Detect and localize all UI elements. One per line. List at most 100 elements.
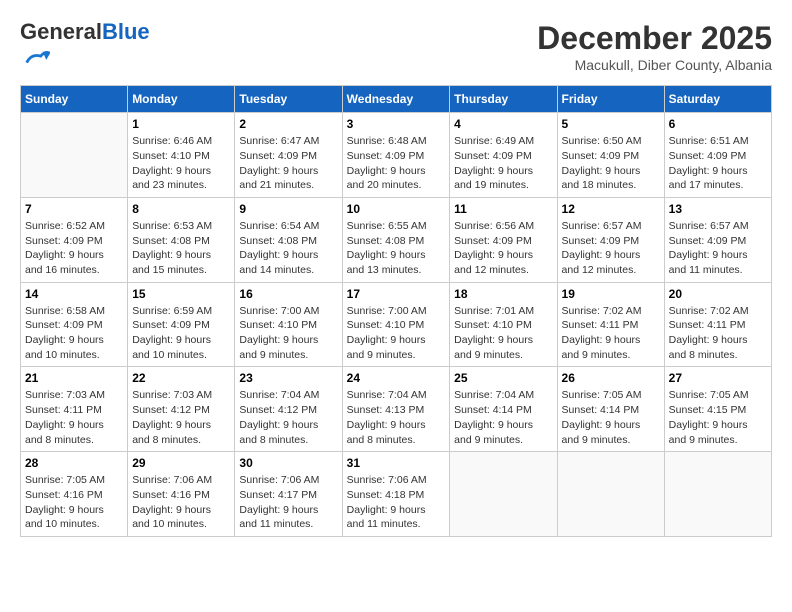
calendar-week-5: 28Sunrise: 7:05 AMSunset: 4:16 PMDayligh… [21, 452, 772, 537]
day-number: 14 [25, 287, 123, 301]
day-number: 27 [669, 371, 767, 385]
logo-blue: Blue [102, 19, 150, 44]
calendar-cell [557, 452, 664, 537]
calendar-cell: 13 Sunrise: 6:57 AMSunset: 4:09 PMDayligh… [664, 197, 771, 282]
day-info: Sunrise: 6:52 AMSunset: 4:09 PMDaylight:… [25, 219, 123, 278]
calendar-cell: 6 Sunrise: 6:51 AMSunset: 4:09 PMDaylight… [664, 113, 771, 198]
calendar-cell: 23 Sunrise: 7:04 AMSunset: 4:12 PMDayligh… [235, 367, 342, 452]
calendar-cell [664, 452, 771, 537]
calendar-week-3: 14 Sunrise: 6:58 AMSunset: 4:09 PMDayligh… [21, 282, 772, 367]
calendar-cell: 25 Sunrise: 7:04 AMSunset: 4:14 PMDayligh… [450, 367, 557, 452]
calendar-cell: 31 Sunrise: 7:06 AMSunset: 4:18 PMDayligh… [342, 452, 450, 537]
day-number: 12 [562, 202, 660, 216]
calendar-cell: 7 Sunrise: 6:52 AMSunset: 4:09 PMDaylight… [21, 197, 128, 282]
calendar-header-wednesday: Wednesday [342, 86, 450, 113]
day-number: 9 [239, 202, 337, 216]
day-info: Sunrise: 6:50 AMSunset: 4:09 PMDaylight:… [562, 134, 660, 193]
calendar-header-thursday: Thursday [450, 86, 557, 113]
day-number: 25 [454, 371, 552, 385]
logo: GeneralBlue [20, 20, 150, 77]
calendar-header-friday: Friday [557, 86, 664, 113]
day-number: 4 [454, 117, 552, 131]
calendar-cell: 19Sunrise: 7:02 AMSunset: 4:11 PMDayligh… [557, 282, 664, 367]
day-info: Sunrise: 7:05 AMSunset: 4:16 PMDaylight:… [25, 473, 123, 532]
day-number: 31 [347, 456, 446, 470]
day-info: Sunrise: 6:56 AMSunset: 4:09 PMDaylight:… [454, 219, 552, 278]
day-number: 18 [454, 287, 552, 301]
day-number: 22 [132, 371, 230, 385]
day-info: Sunrise: 6:53 AMSunset: 4:08 PMDaylight:… [132, 219, 230, 278]
calendar-cell: 29Sunrise: 7:06 AMSunset: 4:16 PMDayligh… [128, 452, 235, 537]
calendar-cell: 3 Sunrise: 6:48 AMSunset: 4:09 PMDaylight… [342, 113, 450, 198]
calendar-cell: 10 Sunrise: 6:55 AMSunset: 4:08 PMDayligh… [342, 197, 450, 282]
day-info: Sunrise: 6:57 AMSunset: 4:09 PMDaylight:… [562, 219, 660, 278]
day-number: 30 [239, 456, 337, 470]
calendar-header-saturday: Saturday [664, 86, 771, 113]
day-number: 23 [239, 371, 337, 385]
calendar-cell: 24Sunrise: 7:04 AMSunset: 4:13 PMDayligh… [342, 367, 450, 452]
calendar-cell: 8 Sunrise: 6:53 AMSunset: 4:08 PMDaylight… [128, 197, 235, 282]
day-number: 1 [132, 117, 230, 131]
day-info: Sunrise: 6:58 AMSunset: 4:09 PMDaylight:… [25, 304, 123, 363]
day-info: Sunrise: 7:03 AMSunset: 4:12 PMDaylight:… [132, 388, 230, 447]
calendar-cell: 9 Sunrise: 6:54 AMSunset: 4:08 PMDaylight… [235, 197, 342, 282]
calendar-header-sunday: Sunday [21, 86, 128, 113]
calendar: SundayMondayTuesdayWednesdayThursdayFrid… [20, 85, 772, 537]
day-number: 3 [347, 117, 446, 131]
day-info: Sunrise: 7:04 AMSunset: 4:12 PMDaylight:… [239, 388, 337, 447]
day-info: Sunrise: 7:00 AMSunset: 4:10 PMDaylight:… [239, 304, 337, 363]
day-info: Sunrise: 7:06 AMSunset: 4:18 PMDaylight:… [347, 473, 446, 532]
day-number: 16 [239, 287, 337, 301]
day-info: Sunrise: 7:04 AMSunset: 4:13 PMDaylight:… [347, 388, 446, 447]
title-block: December 2025 Macukull, Diber County, Al… [537, 20, 772, 73]
day-info: Sunrise: 6:46 AMSunset: 4:10 PMDaylight:… [132, 134, 230, 193]
day-number: 19 [562, 287, 660, 301]
calendar-cell: 26Sunrise: 7:05 AMSunset: 4:14 PMDayligh… [557, 367, 664, 452]
calendar-cell: 28Sunrise: 7:05 AMSunset: 4:16 PMDayligh… [21, 452, 128, 537]
day-number: 29 [132, 456, 230, 470]
day-info: Sunrise: 7:02 AMSunset: 4:11 PMDaylight:… [669, 304, 767, 363]
day-info: Sunrise: 7:05 AMSunset: 4:15 PMDaylight:… [669, 388, 767, 447]
day-number: 20 [669, 287, 767, 301]
day-number: 8 [132, 202, 230, 216]
calendar-cell: 14 Sunrise: 6:58 AMSunset: 4:09 PMDayligh… [21, 282, 128, 367]
calendar-cell: 20 Sunrise: 7:02 AMSunset: 4:11 PMDayligh… [664, 282, 771, 367]
day-number: 21 [25, 371, 123, 385]
day-number: 26 [562, 371, 660, 385]
day-info: Sunrise: 6:57 AMSunset: 4:09 PMDaylight:… [669, 219, 767, 278]
day-number: 11 [454, 202, 552, 216]
calendar-header-tuesday: Tuesday [235, 86, 342, 113]
day-number: 13 [669, 202, 767, 216]
day-number: 5 [562, 117, 660, 131]
location-title: Macukull, Diber County, Albania [537, 57, 772, 73]
day-number: 15 [132, 287, 230, 301]
logo-icon [22, 44, 50, 72]
logo-general: General [20, 19, 102, 44]
calendar-cell: 27 Sunrise: 7:05 AMSunset: 4:15 PMDayligh… [664, 367, 771, 452]
calendar-cell [450, 452, 557, 537]
day-number: 10 [347, 202, 446, 216]
day-info: Sunrise: 6:49 AMSunset: 4:09 PMDaylight:… [454, 134, 552, 193]
day-info: Sunrise: 7:01 AMSunset: 4:10 PMDaylight:… [454, 304, 552, 363]
day-info: Sunrise: 6:55 AMSunset: 4:08 PMDaylight:… [347, 219, 446, 278]
calendar-cell: 4 Sunrise: 6:49 AMSunset: 4:09 PMDaylight… [450, 113, 557, 198]
day-number: 6 [669, 117, 767, 131]
calendar-cell: 15 Sunrise: 6:59 AMSunset: 4:09 PMDayligh… [128, 282, 235, 367]
day-info: Sunrise: 7:06 AMSunset: 4:17 PMDaylight:… [239, 473, 337, 532]
day-info: Sunrise: 6:54 AMSunset: 4:08 PMDaylight:… [239, 219, 337, 278]
day-info: Sunrise: 7:03 AMSunset: 4:11 PMDaylight:… [25, 388, 123, 447]
logo-text: GeneralBlue [20, 20, 150, 44]
day-info: Sunrise: 6:51 AMSunset: 4:09 PMDaylight:… [669, 134, 767, 193]
calendar-cell: 1 Sunrise: 6:46 AMSunset: 4:10 PMDaylight… [128, 113, 235, 198]
calendar-cell: 22 Sunrise: 7:03 AMSunset: 4:12 PMDayligh… [128, 367, 235, 452]
month-title: December 2025 [537, 20, 772, 57]
day-info: Sunrise: 6:48 AMSunset: 4:09 PMDaylight:… [347, 134, 446, 193]
day-info: Sunrise: 7:04 AMSunset: 4:14 PMDaylight:… [454, 388, 552, 447]
day-number: 2 [239, 117, 337, 131]
day-info: Sunrise: 6:59 AMSunset: 4:09 PMDaylight:… [132, 304, 230, 363]
calendar-cell [21, 113, 128, 198]
day-number: 7 [25, 202, 123, 216]
calendar-cell: 21 Sunrise: 7:03 AMSunset: 4:11 PMDayligh… [21, 367, 128, 452]
calendar-cell: 5 Sunrise: 6:50 AMSunset: 4:09 PMDaylight… [557, 113, 664, 198]
calendar-cell: 30 Sunrise: 7:06 AMSunset: 4:17 PMDayligh… [235, 452, 342, 537]
